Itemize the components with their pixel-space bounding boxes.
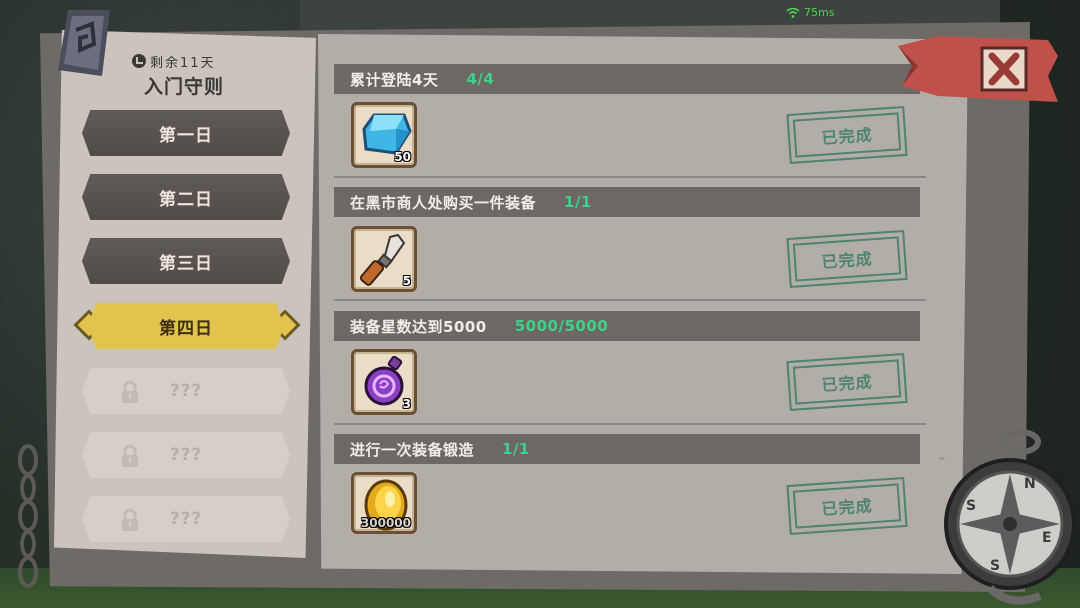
day-sidebar	[54, 30, 316, 558]
task-progress: 4/4	[466, 70, 495, 88]
task-header: 装备星数达到5000 5000/5000	[334, 311, 920, 341]
task-divider	[334, 423, 926, 425]
completed-stamp: 已完成	[786, 476, 908, 536]
reward-item-slot[interactable]: 300000	[351, 472, 417, 534]
reward-item-slot[interactable]: 3	[351, 349, 417, 415]
day-tab-label: 第一日	[159, 125, 213, 146]
reward-count: 300000	[360, 516, 411, 530]
day-tab-label: 第三日	[159, 253, 213, 274]
day-tab-1[interactable]: 第一日	[82, 110, 290, 156]
reward-item-slot[interactable]: 5	[351, 226, 417, 292]
day-tab-6-locked[interactable]: ???	[82, 432, 290, 478]
task-title: 进行一次装备锻造	[350, 440, 475, 459]
reward-count: 5	[402, 274, 411, 288]
day-tab-label: ???	[169, 381, 203, 401]
lock-icon	[122, 508, 138, 531]
task-progress: 1/1	[564, 193, 592, 211]
day-tab-3[interactable]: 第三日	[82, 238, 290, 284]
task-progress: 1/1	[502, 440, 530, 458]
compass-letter-s2: S	[966, 498, 976, 514]
day-tab-label: 第二日	[159, 189, 213, 210]
task-divider	[334, 176, 926, 178]
task-header: 进行一次装备锻造 1/1	[334, 434, 920, 464]
task-divider	[334, 299, 926, 301]
reward-item-slot[interactable]: 50	[351, 102, 417, 168]
compass-letter-e: E	[1042, 530, 1052, 546]
task-title: 累计登陆4天	[350, 70, 439, 89]
clock-icon	[132, 54, 146, 68]
day-tab-label: ???	[169, 509, 203, 529]
compass-letter-n: N	[1024, 476, 1036, 492]
reward-count: 50	[394, 150, 411, 164]
task-header: 在黑市商人处购买一件装备 1/1	[334, 187, 920, 217]
remaining-days-text: 剩余11天	[150, 55, 216, 71]
day-tab-5-locked[interactable]: ???	[82, 368, 290, 414]
day-tab-4[interactable]: 第四日	[88, 303, 284, 349]
compass-letter-s: S	[990, 558, 1000, 574]
day-tab-2[interactable]: 第二日	[82, 174, 290, 220]
completed-stamp: 已完成	[786, 105, 908, 165]
close-button[interactable]	[898, 36, 1058, 106]
compass-icon: N E S S	[944, 429, 1076, 605]
day-tab-label: ???	[169, 445, 203, 465]
network-status: 75ms	[786, 6, 834, 19]
day-tab-label: 第四日	[159, 318, 213, 339]
completed-stamp: 已完成	[786, 229, 908, 289]
ping-text: 75ms	[804, 6, 835, 19]
wifi-icon	[786, 7, 800, 18]
lock-icon	[122, 444, 138, 467]
task-title: 装备星数达到5000	[350, 317, 487, 336]
guild-emblem-icon	[58, 10, 110, 76]
panel-title: 入门守则	[143, 76, 224, 98]
lock-icon	[122, 380, 138, 403]
task-header: 累计登陆4天 4/4	[334, 64, 920, 94]
remaining-days: 剩余11天	[132, 52, 216, 71]
reward-count: 3	[402, 397, 411, 411]
chain-decoration-icon	[18, 444, 38, 588]
task-progress: 5000/5000	[514, 317, 609, 335]
completed-stamp: 已完成	[786, 352, 908, 412]
task-title: 在黑市商人处购买一件装备	[350, 193, 537, 212]
day-tab-7-locked[interactable]: ???	[82, 496, 290, 542]
